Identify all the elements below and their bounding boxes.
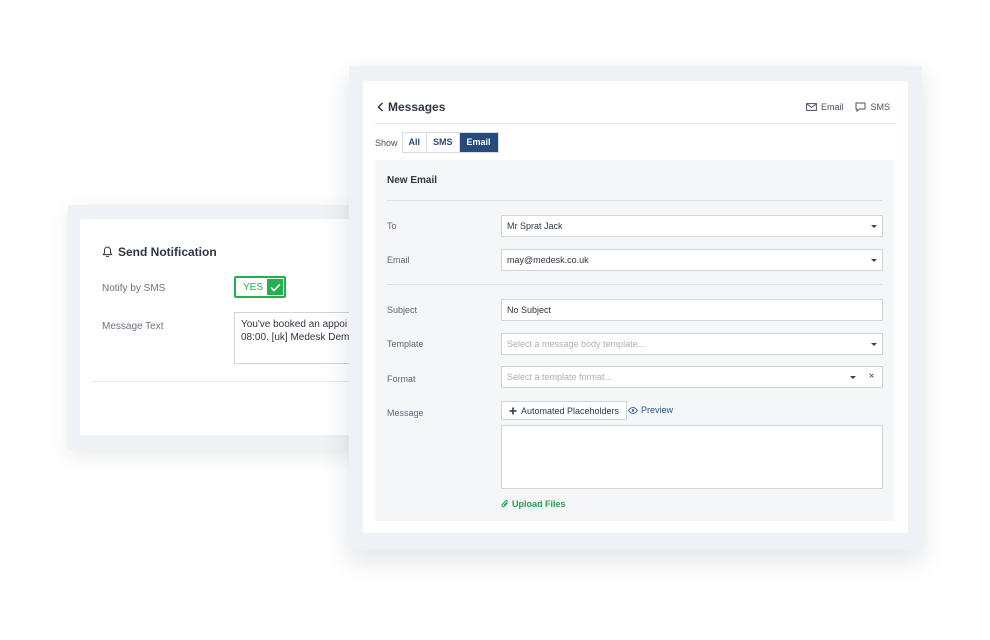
send-notification-title: Send Notification xyxy=(102,245,217,259)
divider xyxy=(92,381,360,382)
to-label: To xyxy=(387,221,397,231)
email-select[interactable]: may@medesk.co.uk xyxy=(501,249,883,271)
messages-panel: Messages Email SMS Show All SMS Email Ne… xyxy=(349,66,922,550)
to-select[interactable]: Mr Sprat Jack xyxy=(501,215,883,237)
send-notification-panel: Send Notification Notify by SMS YES Mess… xyxy=(68,205,368,450)
filter-all[interactable]: All xyxy=(402,133,428,152)
upload-files-label: Upload Files xyxy=(512,499,566,509)
show-filter-row: Show All SMS Email xyxy=(375,132,499,153)
preview-label: Preview xyxy=(641,405,674,415)
subject-input[interactable]: No Subject xyxy=(501,299,883,321)
back-to-messages[interactable]: Messages xyxy=(377,100,445,114)
header-actions: Email SMS xyxy=(806,102,890,112)
toggle-yes-text: YES xyxy=(243,281,264,293)
subject-value: No Subject xyxy=(507,305,552,315)
form-title: New Email xyxy=(387,175,438,186)
filter-email[interactable]: Email xyxy=(459,133,498,152)
format-label: Format xyxy=(387,374,416,384)
format-select[interactable]: Select a template format... xyxy=(501,366,862,388)
new-email-label: Email xyxy=(820,102,844,112)
message-text-label: Message Text xyxy=(102,321,164,332)
caret-down-icon xyxy=(871,259,877,262)
clear-format-button[interactable]: × xyxy=(861,366,883,388)
divider xyxy=(387,284,882,285)
template-placeholder: Select a message body template... xyxy=(507,339,646,349)
message-text-area[interactable]: You've booked an appoi 08:00. [uk] Medes… xyxy=(234,312,360,364)
send-notification-card: Send Notification Notify by SMS YES Mess… xyxy=(80,219,360,435)
caret-down-icon xyxy=(850,376,856,379)
message-body-textarea[interactable] xyxy=(501,425,883,489)
chevron-left-icon xyxy=(377,102,384,112)
plus-icon xyxy=(509,407,517,414)
envelope-icon xyxy=(806,103,817,111)
caret-down-icon xyxy=(871,343,877,346)
chat-bubble-icon xyxy=(855,102,866,112)
message-filter-group: All SMS Email xyxy=(401,132,499,153)
new-sms-label: SMS xyxy=(870,102,890,112)
format-placeholder: Select a template format... xyxy=(507,372,613,382)
message-text-line: You've booked an appoi xyxy=(241,319,348,330)
new-sms-button[interactable]: SMS xyxy=(855,102,890,112)
notify-sms-toggle[interactable]: YES xyxy=(234,276,286,298)
new-email-button[interactable]: Email xyxy=(806,102,844,112)
email-value: may@medesk.co.uk xyxy=(507,255,589,265)
filter-sms[interactable]: SMS xyxy=(427,133,460,152)
bell-icon xyxy=(102,246,113,258)
email-label: Email xyxy=(387,255,410,265)
to-value: Mr Sprat Jack xyxy=(507,221,563,231)
template-label: Template xyxy=(387,339,424,349)
check-icon xyxy=(267,279,283,295)
message-text-line: 08:00. [uk] Medesk Dem xyxy=(241,332,350,343)
notify-by-sms-label: Notify by SMS xyxy=(102,283,166,294)
paperclip-icon xyxy=(501,499,508,508)
caret-down-icon xyxy=(871,225,877,228)
show-label: Show xyxy=(375,137,398,148)
automated-placeholders-label: Automated Placeholders xyxy=(521,405,620,416)
upload-files-link[interactable]: Upload Files xyxy=(501,499,566,509)
send-notification-title-text: Send Notification xyxy=(118,245,217,259)
message-label: Message xyxy=(387,408,424,418)
automated-placeholders-button[interactable]: Automated Placeholders xyxy=(501,401,628,420)
subject-label: Subject xyxy=(387,305,418,315)
messages-card: Messages Email SMS Show All SMS Email Ne… xyxy=(363,81,908,533)
template-select[interactable]: Select a message body template... xyxy=(501,333,883,355)
eye-icon xyxy=(628,406,638,414)
divider xyxy=(387,200,882,201)
preview-link[interactable]: Preview xyxy=(628,405,673,415)
new-email-form: New Email To Mr Sprat Jack Email may@med… xyxy=(375,160,894,521)
header-divider xyxy=(375,123,896,124)
page-title: Messages xyxy=(388,100,446,114)
